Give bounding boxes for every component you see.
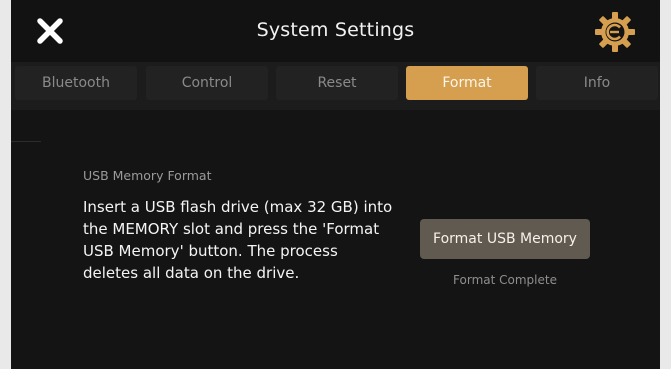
tab-bluetooth[interactable]: Bluetooth xyxy=(15,66,137,100)
format-usb-memory-button[interactable]: Format USB Memory xyxy=(420,219,590,259)
page-title: System Settings xyxy=(256,19,415,41)
tab-info[interactable]: Info xyxy=(536,66,658,100)
top-bar: System Settings xyxy=(11,0,660,62)
settings-screen: System Settings Bluetooth Control Reset … xyxy=(11,0,660,369)
gear-logo-icon[interactable] xyxy=(594,11,636,53)
tab-control[interactable]: Control xyxy=(146,66,268,100)
tab-reset[interactable]: Reset xyxy=(276,66,398,100)
format-status: Format Complete xyxy=(453,273,557,287)
tab-format[interactable]: Format xyxy=(406,66,528,100)
tab-bar: Bluetooth Control Reset Format Info xyxy=(11,62,660,110)
format-description: Insert a USB flash drive (max 32 GB) int… xyxy=(83,198,393,282)
divider xyxy=(11,141,41,142)
section-label: USB Memory Format xyxy=(83,168,212,183)
